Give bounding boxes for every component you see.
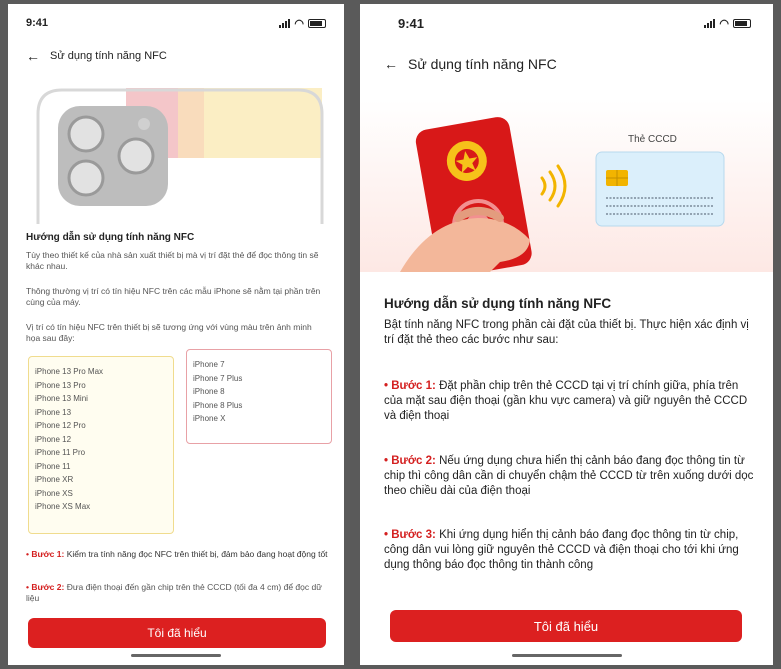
nfc-reading-illustration: Thẻ CCCD: [360, 100, 773, 272]
guide-para-2: Thông thường vị trí có tín hiệu NFC trên…: [26, 286, 321, 308]
model-item: iPhone 13: [35, 407, 72, 417]
battery-icon: [308, 18, 326, 28]
iphone-nfc-zone-illustration: [36, 88, 324, 224]
model-item: iPhone X: [193, 414, 226, 423]
model-item: iPhone 12 Pro: [35, 421, 86, 430]
signal-icon: [704, 18, 716, 28]
step-2-text: Nếu ứng dụng chưa hiển thị cảnh báo đang…: [384, 455, 754, 497]
step-2: • Bước 2: Đưa điện thoại đến gần chip tr…: [26, 582, 328, 604]
step-2-label: • Bước 2:: [384, 455, 436, 467]
home-indicator: [131, 654, 221, 657]
wifi-icon: ◠: [294, 17, 304, 30]
model-item: iPhone 12: [35, 434, 72, 444]
nav-bar: ← Sử dụng tính năng NFC: [360, 56, 773, 72]
camera-lens-1: [67, 115, 105, 153]
step-2-text: Đưa điện thoại đến gần chip trên thẻ CCC…: [26, 582, 322, 604]
understood-button[interactable]: Tôi đã hiểu: [390, 610, 742, 642]
left-phone-screen: 9:41 ◠ ← Sử dụng tính năng NFC Hướng dẫn…: [8, 4, 344, 665]
camera-lens-3: [117, 137, 155, 175]
step-1: • Bước 1: Đặt phần chip trên thẻ CCCD tạ…: [384, 379, 756, 424]
model-item: iPhone XS Max: [35, 502, 91, 511]
step-1-label: • Bước 1:: [384, 380, 436, 392]
step-3-label: • Bước 3:: [384, 529, 436, 541]
model-item: iPhone 13 Pro: [35, 380, 86, 390]
camera-flash: [138, 118, 150, 130]
nfc-zone-yellow: [190, 88, 322, 158]
step-2: • Bước 2: Nếu ứng dụng chưa hiển thị cản…: [384, 454, 756, 499]
guide-para-1: Tùy theo thiết kế của nhà sản xuất thiết…: [26, 250, 319, 272]
camera-lens-2: [67, 159, 105, 197]
battery-icon: [733, 18, 751, 28]
model-item: iPhone 7: [193, 360, 225, 369]
step-1-label: • Bước 1:: [26, 549, 65, 559]
step-1-text: Đặt phần chip trên thẻ CCCD tại vị trí c…: [384, 380, 748, 422]
model-list-yellow-zone: iPhone 13 Pro Max iPhone 13 Pro iPhone 13 …: [28, 356, 174, 534]
guide-heading: Hướng dẫn sử dụng tính năng NFC: [26, 232, 195, 243]
guide-para-3: Vị trí có tín hiệu NFC trên thiết bị sẽ …: [26, 322, 312, 344]
model-item: iPhone 11 Pro: [35, 448, 86, 457]
back-arrow-icon[interactable]: ←: [26, 48, 40, 64]
step-3: • Bước 3: Khi ứng dụng hiển thị cảnh báo…: [384, 528, 756, 573]
step-2-label: • Bước 2:: [26, 582, 65, 592]
status-bar: 9:41 ◠: [360, 4, 773, 42]
nav-bar: ← Sử dụng tính năng NFC: [8, 48, 344, 64]
signal-icon: [279, 18, 291, 28]
model-list-pink-zone: iPhone 7 iPhone 7 Plus iPhone 8 iPhone 8 Pl…: [186, 349, 332, 444]
cccd-card: [595, 151, 725, 227]
nav-title: Sử dụng tính năng NFC: [408, 56, 557, 72]
model-item: iPhone 13 Mini: [35, 394, 88, 403]
understood-button[interactable]: Tôi đã hiểu: [28, 618, 326, 648]
step-1-text: Kiểm tra tính năng đọc NFC trên thiết bị…: [66, 549, 328, 559]
nav-title: Sử dụng tính năng NFC: [50, 50, 167, 62]
status-icons: ◠: [704, 17, 751, 30]
model-item: iPhone 8: [193, 387, 225, 396]
right-phone-screen: 9:41 ◠ ← Sử dụng tính năng NFC Thẻ CCCD …: [360, 4, 773, 665]
status-icons: ◠: [279, 17, 326, 30]
home-indicator: [511, 654, 622, 657]
model-item: iPhone 11: [35, 461, 71, 471]
status-bar: 9:41 ◠: [8, 4, 344, 42]
model-item: iPhone XR: [35, 475, 74, 484]
nfc-zone-overlap: [178, 88, 204, 158]
step-1: • Bước 1: Kiểm tra tính năng đọc NFC trê…: [26, 549, 328, 560]
model-item: iPhone 13 Pro Max: [35, 367, 104, 376]
card-label: Thẻ CCCD: [628, 134, 677, 145]
status-time: 9:41: [26, 17, 49, 29]
model-item: iPhone XS: [35, 488, 73, 498]
model-item: iPhone 8 Plus: [193, 400, 243, 410]
back-arrow-icon[interactable]: ←: [384, 56, 398, 72]
status-time: 9:41: [398, 15, 425, 31]
guide-heading: Hướng dẫn sử dụng tính năng NFC: [384, 296, 612, 311]
guide-intro: Bật tính năng NFC trong phần cài đặt của…: [384, 319, 749, 346]
wifi-icon: ◠: [719, 17, 729, 30]
model-item: iPhone 7 Plus: [193, 373, 243, 383]
step-3-text: Khi ứng dụng hiển thị cảnh báo đang đọc …: [384, 529, 739, 571]
